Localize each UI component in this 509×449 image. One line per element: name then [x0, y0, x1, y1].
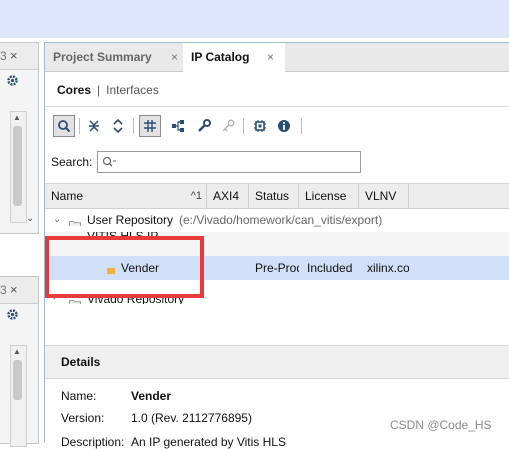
- subtab-separator: |: [97, 83, 101, 97]
- annotation-highlight-box: [45, 236, 204, 298]
- gear-icon[interactable]: [6, 74, 19, 90]
- left-panel-tab-label: 3: [0, 49, 7, 63]
- left-panel-scrollbar[interactable]: ▲: [10, 111, 27, 223]
- tab-ip-catalog[interactable]: IP Catalog ×: [183, 43, 285, 72]
- column-header-status[interactable]: Status: [249, 184, 299, 208]
- license-cell: Included: [307, 261, 353, 275]
- toolbar-separator: [79, 118, 80, 134]
- left-panel-scrollbar[interactable]: ▲: [10, 345, 27, 447]
- detail-version-row: Version: 1.0 (Rev. 2112776895): [61, 411, 252, 425]
- subtab-bar: Cores | Interfaces: [45, 73, 509, 107]
- status-cell: Pre-Production: [255, 261, 299, 275]
- left-panel-bottom: 3 × ▲: [0, 276, 39, 447]
- collapse-all-icon[interactable]: [83, 115, 105, 137]
- column-header-label: VLNV: [365, 189, 397, 203]
- search-icon[interactable]: [53, 115, 75, 137]
- detail-label: Description:: [61, 435, 125, 449]
- detail-value: 1.0 (Rev. 2112776895): [131, 411, 252, 425]
- subtab-cores[interactable]: Cores: [57, 83, 91, 97]
- column-header-license[interactable]: License: [299, 184, 359, 208]
- detail-name-row: Name: Vender: [61, 389, 171, 403]
- chip-icon[interactable]: [249, 115, 271, 137]
- tab-label: Project Summary: [53, 50, 152, 64]
- tree-path: (e:/Vivado/homework/can_vitis/export): [179, 213, 383, 227]
- search-input[interactable]: [97, 151, 361, 173]
- tab-project-summary[interactable]: Project Summary ×: [45, 43, 183, 71]
- detail-label: Version:: [61, 411, 105, 425]
- close-icon[interactable]: ×: [171, 43, 178, 71]
- subtab-interfaces[interactable]: Interfaces: [106, 83, 159, 97]
- top-banner: [0, 0, 509, 38]
- scroll-thumb[interactable]: [13, 360, 22, 400]
- column-header-label: AXI4: [213, 189, 240, 203]
- column-header-label: Name: [51, 189, 84, 203]
- toolbar-separator: [243, 118, 244, 134]
- folder-icon: [69, 214, 81, 226]
- tree-label: User Repository: [87, 213, 174, 227]
- table-header: Name ^1 AXI4 Status License VLNV: [45, 183, 509, 209]
- toolbar-separator: [301, 118, 302, 134]
- sort-indicator: ^1: [190, 190, 202, 202]
- column-header-label: License: [305, 189, 347, 203]
- group-filter-icon[interactable]: [139, 115, 161, 137]
- detail-label: Name:: [61, 389, 97, 403]
- detail-description-row: Description: An IP generated by Vitis HLS: [61, 435, 286, 449]
- tab-label: IP Catalog: [191, 50, 250, 64]
- left-panel-top: 3 × ▲ ⌄: [0, 42, 39, 234]
- column-header-name[interactable]: Name ^1: [45, 184, 207, 208]
- scroll-up-icon[interactable]: ▲: [13, 347, 21, 356]
- details-header: Details: [45, 345, 509, 379]
- watermark: CSDN @Code_HS: [390, 418, 492, 432]
- detail-value: Vender: [131, 389, 172, 403]
- close-icon[interactable]: ×: [267, 43, 274, 71]
- scroll-up-icon[interactable]: ▲: [13, 113, 21, 122]
- toolbar: [51, 115, 431, 139]
- tab-bar: Project Summary × IP Catalog ×: [45, 43, 509, 72]
- search-row: Search:: [51, 151, 381, 175]
- wrench-icon[interactable]: [193, 115, 215, 137]
- left-panel-tab[interactable]: 3 ×: [0, 277, 38, 304]
- detail-value: An IP generated by Vitis HLS: [131, 435, 286, 449]
- expand-all-icon[interactable]: [107, 115, 129, 137]
- left-panel-tab-label: 3: [0, 283, 7, 297]
- toolbar-separator: [133, 118, 134, 134]
- column-header-axi4[interactable]: AXI4: [207, 184, 249, 208]
- left-panel-tab[interactable]: 3 ×: [0, 43, 38, 70]
- chevron-down-icon[interactable]: ⌄: [53, 208, 61, 232]
- key-icon: [217, 115, 239, 137]
- close-icon[interactable]: ×: [10, 48, 18, 63]
- search-label: Search:: [51, 155, 93, 169]
- vlnv-cell: xilinx.com: [367, 261, 409, 275]
- details-title: Details: [61, 355, 101, 369]
- chevron-down-icon[interactable]: ⌄: [26, 213, 34, 224]
- close-icon[interactable]: ×: [10, 282, 18, 297]
- search-icon: [102, 155, 118, 172]
- tree-row-user-repository[interactable]: ⌄ User Repository (e:/Vivado/homework/ca…: [45, 208, 509, 232]
- scroll-thumb[interactable]: [13, 126, 22, 206]
- hierarchy-icon[interactable]: [167, 115, 189, 137]
- info-icon[interactable]: [273, 115, 295, 137]
- column-header-label: Status: [255, 189, 290, 203]
- gear-icon[interactable]: [6, 308, 19, 324]
- column-header-vlnv[interactable]: VLNV: [359, 184, 409, 208]
